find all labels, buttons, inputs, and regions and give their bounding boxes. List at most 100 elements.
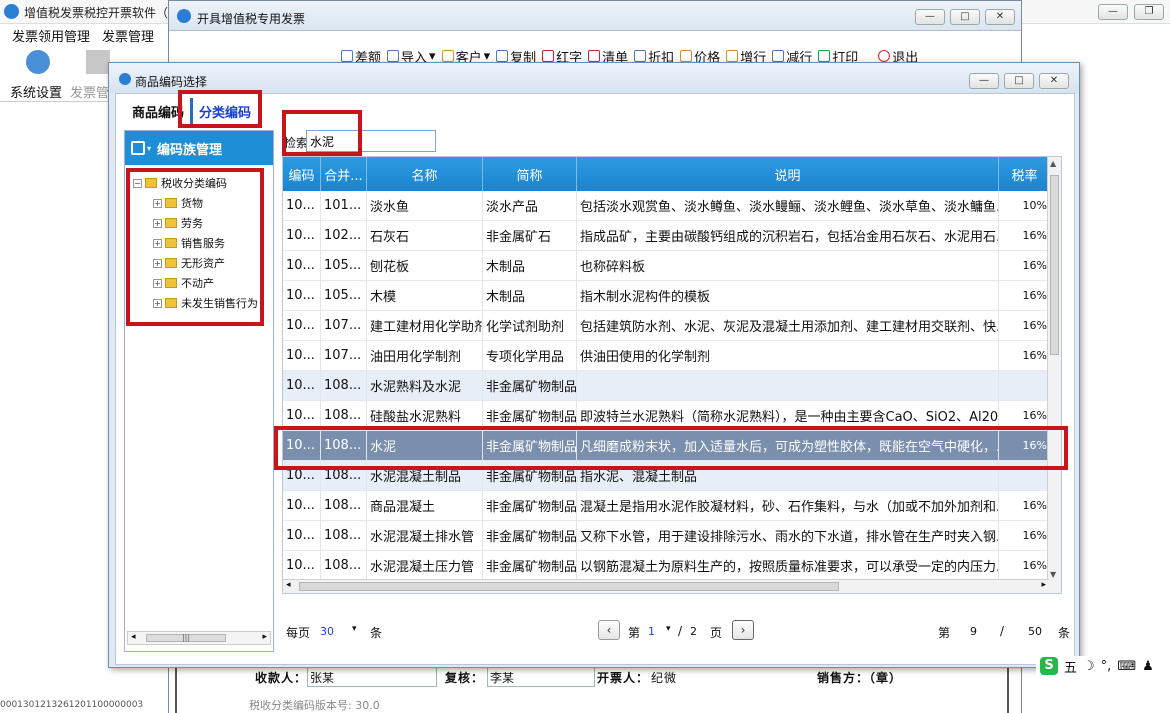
cell-name: 水泥混凝土压力管	[367, 551, 483, 580]
tree-item-label: 不动产	[181, 277, 214, 290]
table-row[interactable]: 10... 102... 石灰石 非金属矿石 指成品矿，主要由碳酸钙组成的沉积岩石，包括…	[283, 221, 1061, 251]
close-icon[interactable]: ✕	[985, 9, 1015, 25]
per-page-value[interactable]: 30	[320, 625, 334, 638]
cell-desc: 以钢筋混凝土为原料生产的，按照质量标准要求，可以承受一定的内压力...	[577, 551, 999, 580]
ime-mode-label[interactable]: 五	[1064, 657, 1077, 676]
table-row[interactable]: 10... 107... 油田用化学制剂 专项化学用品 供油田使用的化学制剂 16%	[283, 341, 1061, 371]
maximize-icon[interactable]: □	[1004, 73, 1034, 89]
table-row[interactable]: 10... 108... 水泥混凝土压力管 非金属矿物制品 以钢筋混凝土为原料生产的，按…	[283, 551, 1061, 581]
ime-toolbar[interactable]: S 五 ☽ °, ⌨ ♟	[1036, 656, 1170, 676]
reviewer-field[interactable]: 李某	[487, 665, 595, 687]
expand-icon[interactable]: +	[153, 278, 162, 288]
sogou-ime-icon[interactable]: S	[1040, 657, 1058, 675]
tab-product-code[interactable]: 商品编码	[126, 98, 190, 126]
dialog-body: 商品编码 分类编码 ▾ 编码族管理 − 税收分类编码 + 货物 + 劳务 + 销…	[115, 90, 1075, 665]
per-page-unit: 条	[370, 626, 383, 640]
table-row[interactable]: 10... 108... 硅酸盐水泥熟料 非金属矿物制品 即波特兰水泥熟料（简称水泥熟料…	[283, 401, 1061, 431]
expand-icon[interactable]: +	[153, 218, 162, 228]
tree-item-goods[interactable]: + 货物	[133, 193, 273, 213]
system-settings-button[interactable]: 系统设置	[10, 82, 62, 101]
scroll-up-icon[interactable]: ▲	[1050, 159, 1056, 168]
table-row-selected[interactable]: 10... 108... 水泥 非金属矿物制品 凡细磨成粉末状，加入适量水后，可成为塑性…	[283, 431, 1061, 461]
user-icon[interactable]: ♟	[1142, 659, 1154, 674]
table-vscrollbar[interactable]: ▲ ▼	[1047, 157, 1061, 593]
cell-desc: 包括建筑防水剂、水泥、灰泥及混凝土用添加剂、建工建材用交联剂、快...	[577, 311, 999, 340]
cell-merge: 107...	[321, 311, 367, 340]
current-page[interactable]: 1	[648, 625, 655, 638]
payee-field[interactable]: 张某	[307, 665, 437, 687]
maximize-icon[interactable]: □	[950, 9, 980, 25]
tree-hscrollbar[interactable]: ◂ ||| ▸	[127, 631, 271, 645]
scroll-left-icon[interactable]: ◂	[286, 580, 291, 590]
dialog-logo-icon	[119, 73, 131, 85]
chevron-down-icon[interactable]: ▾	[666, 624, 671, 634]
minimize-icon[interactable]: —	[1098, 4, 1128, 20]
table-row[interactable]: 10... 108... 水泥混凝土排水管 非金属矿物制品 又称下水管，用于建设排除污水…	[283, 521, 1061, 551]
page-label: 第	[628, 626, 641, 640]
invoice-manage-button[interactable]: 发票管	[70, 82, 109, 101]
cell-short: 非金属矿物制品	[483, 491, 577, 520]
scroll-thumb[interactable]	[1050, 175, 1059, 355]
expand-icon[interactable]: +	[153, 198, 162, 208]
punctuation-icon[interactable]: °,	[1101, 659, 1112, 674]
scroll-thumb[interactable]: |||	[146, 634, 226, 642]
keyboard-icon[interactable]: ⌨	[1117, 659, 1136, 674]
close-icon[interactable]: ✕	[1039, 73, 1069, 89]
calculator-icon[interactable]	[86, 50, 110, 74]
table-row[interactable]: 10... 108... 水泥混凝土制品 非金属矿物制品 指水泥、混凝土制品	[283, 461, 1061, 491]
cell-code: 10...	[283, 341, 321, 370]
expand-icon[interactable]: +	[153, 238, 162, 248]
next-page-button[interactable]: ›	[732, 620, 754, 640]
scroll-right-icon[interactable]: ▸	[1041, 580, 1046, 590]
tax-code-tree: − 税收分类编码 + 货物 + 劳务 + 销售服务 + 无形资产 + 不动产 +…	[133, 173, 273, 313]
menu-invoice-manage[interactable]: 发票管理	[102, 26, 154, 45]
code-table: 编码 合并... 名称 简称 说明 税率 10... 101... 淡水鱼 淡水产品包…	[282, 156, 1062, 594]
search-input[interactable]	[306, 130, 436, 152]
minimize-icon[interactable]: —	[915, 9, 945, 25]
price-icon	[680, 50, 693, 62]
minimize-icon[interactable]: —	[969, 73, 999, 89]
restore-icon[interactable]: ❐	[1134, 4, 1164, 20]
tree-item-real-estate[interactable]: + 不动产	[133, 273, 273, 293]
cell-name: 商品混凝土	[367, 491, 483, 520]
tab-category-code[interactable]: 分类编码	[190, 98, 258, 126]
table-row[interactable]: 10... 101... 淡水鱼 淡水产品 包括淡水观赏鱼、淡水鳟鱼、淡水鳗鲡、淡水鲤鱼…	[283, 191, 1061, 221]
table-row[interactable]: 10... 105... 刨花板 木制品 也称碎料板 16%	[283, 251, 1061, 281]
gear-icon[interactable]	[26, 50, 50, 74]
cell-rate	[999, 461, 1051, 490]
table-hscrollbar[interactable]: ◂ ▸	[283, 579, 1049, 593]
scroll-right-icon[interactable]: ▸	[262, 632, 267, 642]
scroll-left-icon[interactable]: ◂	[131, 632, 136, 642]
table-row[interactable]: 10... 107... 建工建材用化学助剂 化学试剂助剂 包括建筑防水剂、水泥、灰泥及…	[283, 311, 1061, 341]
tree-item-labor[interactable]: + 劳务	[133, 213, 273, 233]
tree-item-intangible[interactable]: + 无形资产	[133, 253, 273, 273]
col-desc-header[interactable]: 说明	[577, 157, 999, 191]
scroll-down-icon[interactable]: ▼	[1050, 570, 1056, 579]
code-family-header[interactable]: ▾ 编码族管理	[125, 131, 273, 165]
tree-item-no-sale[interactable]: + 未发生销售行为	[133, 293, 273, 313]
col-name-header[interactable]: 名称	[367, 157, 483, 191]
menu-invoice-claim[interactable]: 发票领用管理	[12, 26, 90, 45]
col-code-header[interactable]: 编码	[283, 157, 321, 191]
col-merge-header[interactable]: 合并...	[321, 157, 367, 191]
scroll-thumb[interactable]	[299, 582, 839, 591]
chevron-down-icon[interactable]: ▾	[352, 624, 357, 634]
col-short-header[interactable]: 简称	[483, 157, 577, 191]
col-rate-header[interactable]: 税率	[999, 157, 1051, 191]
expand-icon[interactable]: +	[153, 298, 162, 308]
tree-item-sales-service[interactable]: + 销售服务	[133, 233, 273, 253]
collapse-icon[interactable]: −	[133, 178, 142, 188]
main-window-controls: — ❐	[1098, 4, 1164, 20]
tree-item-label: 货物	[181, 197, 203, 210]
table-row[interactable]: 10... 108... 商品混凝土 非金属矿物制品 混凝土是指用水泥作胶凝材料，砂、石…	[283, 491, 1061, 521]
cell-desc: 包括淡水观赏鱼、淡水鳟鱼、淡水鳗鲡、淡水鲤鱼、淡水草鱼、淡水鳙鱼...	[577, 191, 999, 220]
prev-page-button[interactable]: ‹	[598, 620, 620, 640]
tree-root-tax-codes[interactable]: − 税收分类编码	[133, 173, 273, 193]
cell-name: 油田用化学制剂	[367, 341, 483, 370]
table-row[interactable]: 10... 108... 水泥熟料及水泥 非金属矿物制品	[283, 371, 1061, 401]
cell-desc: 混凝土是指用水泥作胶凝材料，砂、石作集料，与水（加或不加外加剂和...	[577, 491, 999, 520]
moon-icon[interactable]: ☽	[1083, 659, 1095, 674]
cell-code: 10...	[283, 521, 321, 550]
table-row[interactable]: 10... 105... 木模 木制品 指木制水泥构件的模板 16%	[283, 281, 1061, 311]
expand-icon[interactable]: +	[153, 258, 162, 268]
